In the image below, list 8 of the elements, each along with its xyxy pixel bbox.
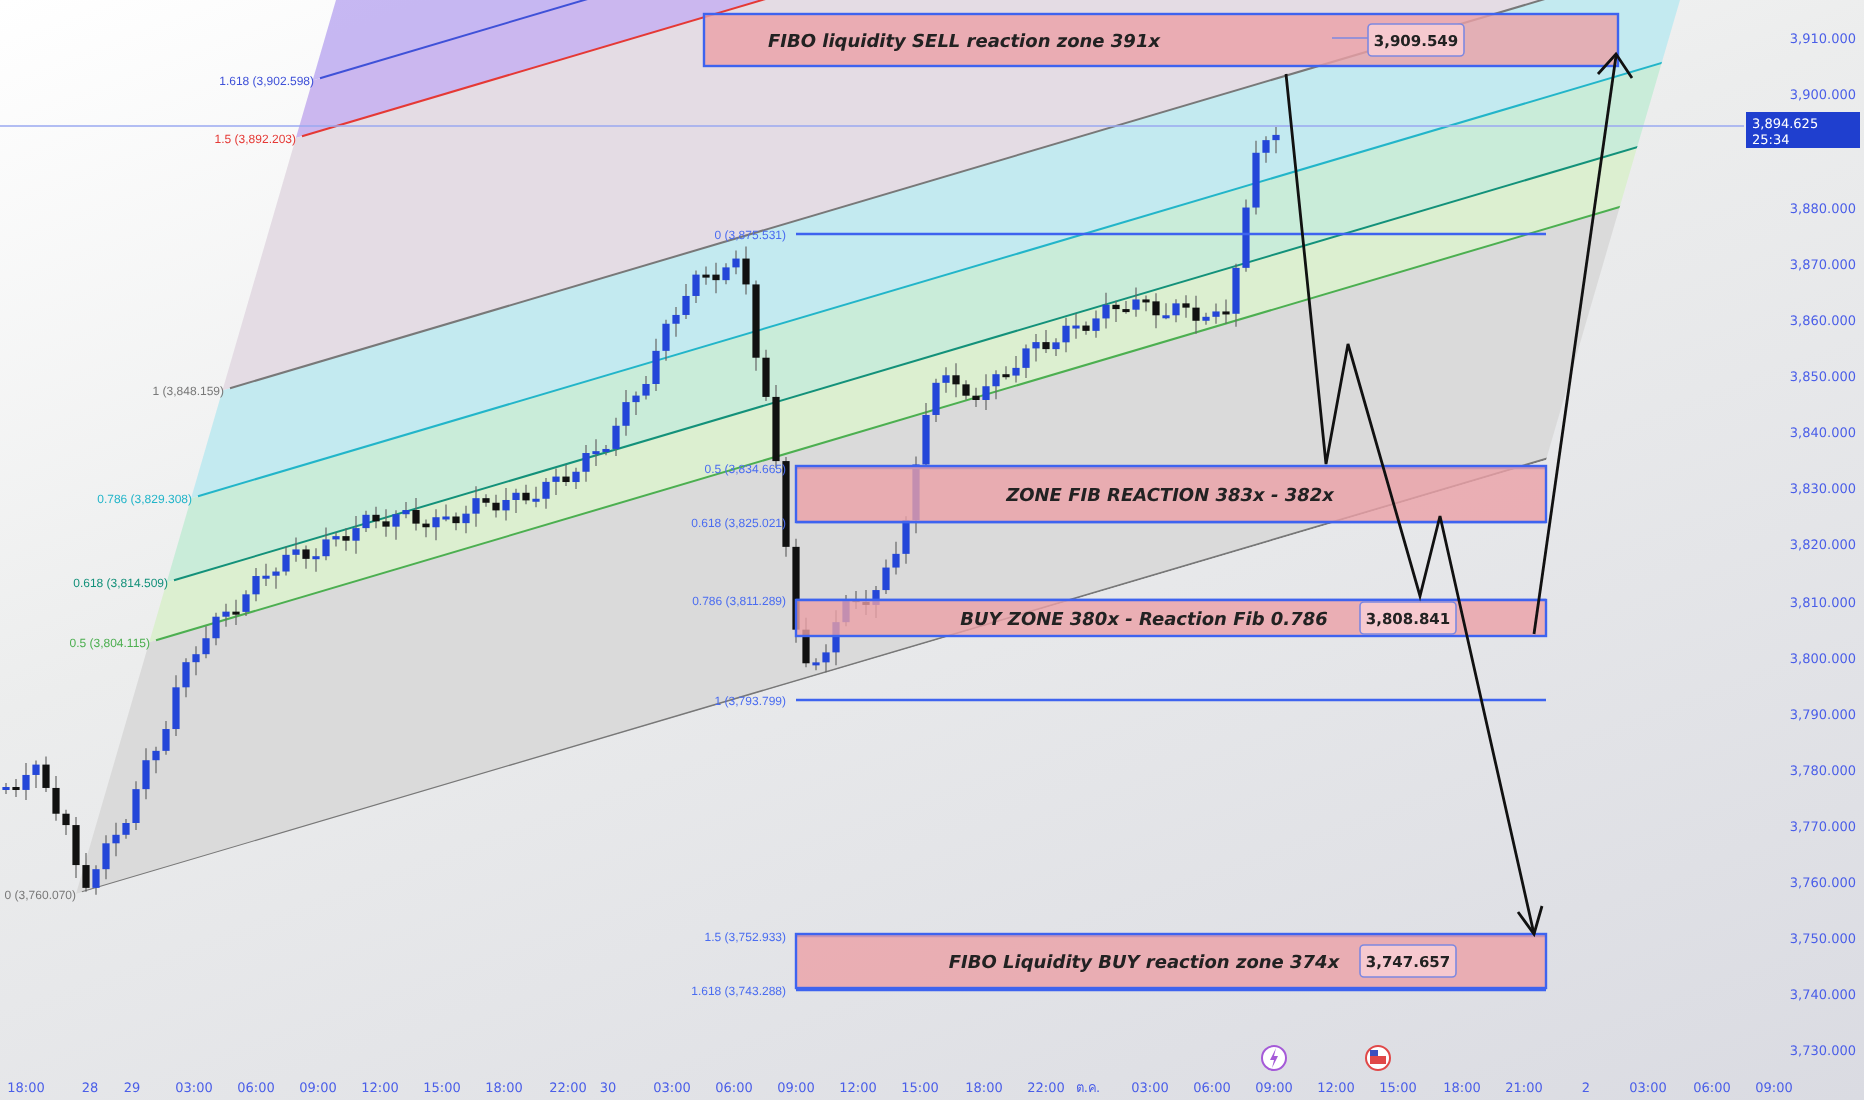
zone-label: BUY ZONE 380x - Reaction Fib 0.786 — [960, 611, 1328, 631]
zone-label: FIBO liquidity SELL reaction zone 391x — [767, 33, 1161, 53]
lightning-icon[interactable] — [1261, 1045, 1287, 1071]
flag-icon[interactable] — [1365, 1045, 1391, 1071]
leader-line — [1331, 37, 1369, 39]
current-price-tag — [1746, 112, 1860, 148]
zone-label: FIBO Liquidity BUY reaction zone 374x — [948, 954, 1340, 974]
zone-label: ZONE FIB REACTION 383x - 382x — [1006, 487, 1334, 507]
